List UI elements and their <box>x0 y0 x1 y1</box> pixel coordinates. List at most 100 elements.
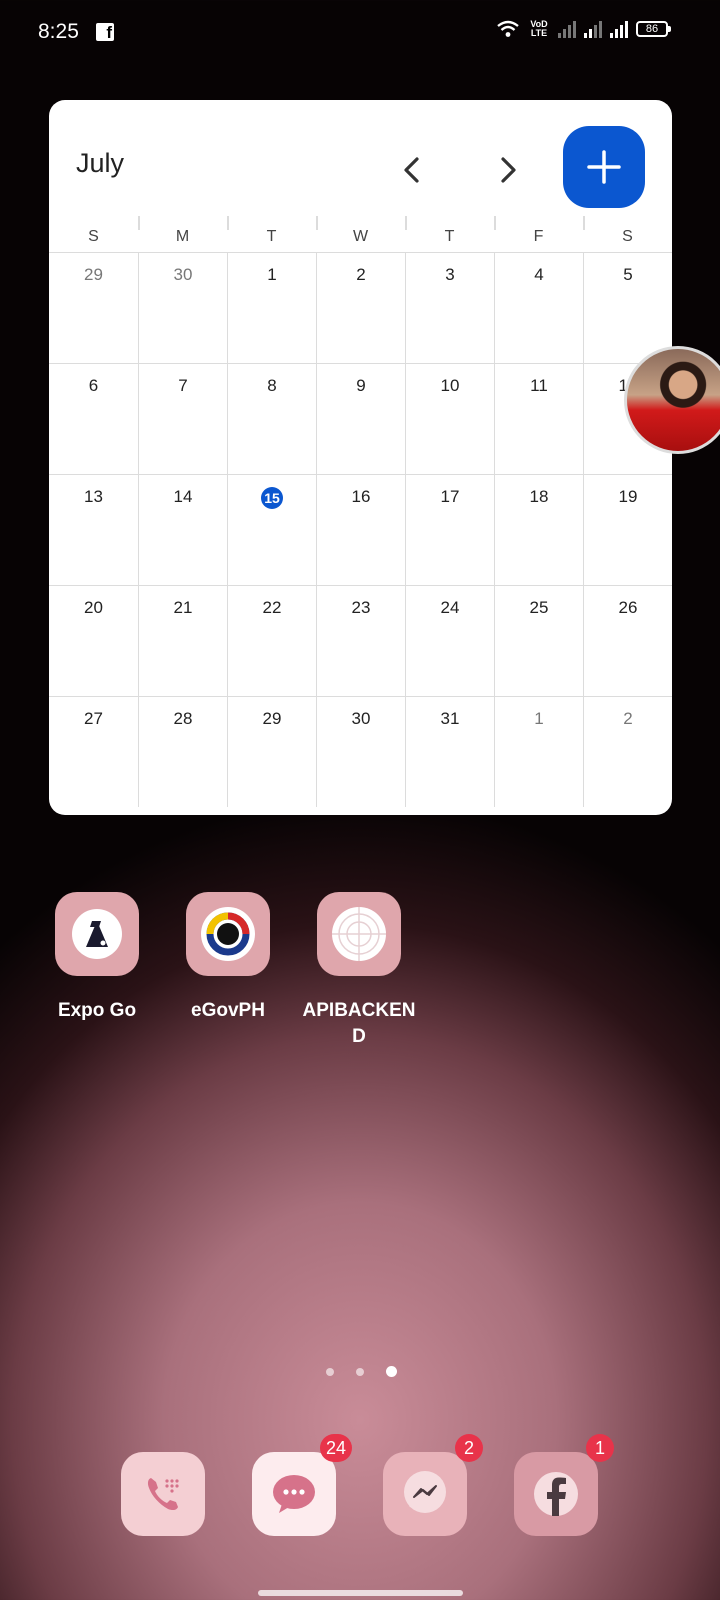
calendar-day[interactable]: 26 <box>583 586 672 696</box>
calendar-day[interactable]: 5 <box>583 253 672 363</box>
calendar-day[interactable]: 24 <box>405 586 494 696</box>
day-number: 28 <box>173 709 193 728</box>
day-number: 22 <box>262 598 282 617</box>
day-number: 17 <box>440 487 460 506</box>
signal-sim2-icon <box>584 20 602 38</box>
day-number: 25 <box>529 598 549 617</box>
calendar-day[interactable]: 7 <box>138 364 227 474</box>
chevron-right-icon <box>501 157 516 183</box>
calendar-day[interactable]: 17 <box>405 475 494 585</box>
day-number: 24 <box>440 598 460 617</box>
add-event-button[interactable] <box>563 126 645 208</box>
calendar-day[interactable]: 16 <box>316 475 405 585</box>
signal-sim3-icon <box>610 20 628 38</box>
calendar-widget[interactable]: July S M T W T F S 293012345678910111213… <box>49 100 672 815</box>
calendar-day[interactable]: 29 <box>49 253 138 363</box>
app-label: APIBACKEN D <box>302 1000 416 1047</box>
calendar-month-title[interactable]: July <box>76 148 124 179</box>
page-dot-active[interactable] <box>386 1366 397 1377</box>
next-month-button[interactable] <box>487 150 527 190</box>
calendar-week-row: 27 28 29 30 31 1 2 <box>49 696 672 807</box>
phone-dialer-icon <box>147 1478 179 1511</box>
app-egovph[interactable]: eGovPH <box>168 892 288 1024</box>
signal-sim1-icon <box>558 20 576 38</box>
expo-go-icon-circle <box>72 909 122 959</box>
messenger-icon <box>404 1471 446 1513</box>
day-number: 20 <box>84 598 103 617</box>
calendar-day[interactable]: 31 <box>405 697 494 807</box>
app-apibackend[interactable]: APIBACKEN D <box>299 892 419 1050</box>
day-number: 9 <box>356 376 366 395</box>
calendar-day[interactable]: 28 <box>138 697 227 807</box>
dow-label: W <box>352 228 369 245</box>
calendar-day[interactable]: 23 <box>316 586 405 696</box>
calendar-day[interactable]: 25 <box>494 586 583 696</box>
calendar-week-row: 13 14 15 16 17 18 19 <box>49 474 672 585</box>
app-expo-go[interactable]: Expo Go <box>37 892 157 1024</box>
calendar-day[interactable]: 9 <box>316 364 405 474</box>
day-number: 18 <box>529 487 549 506</box>
status-bar: 8:25 f VoD LTE 86 <box>0 0 720 64</box>
dow-label: M <box>175 228 190 245</box>
calendar-day[interactable]: 4 <box>494 253 583 363</box>
calendar-week-row: 20 21 22 23 24 25 26 <box>49 585 672 696</box>
calendar-day[interactable]: 30 <box>316 697 405 807</box>
facebook-notification-icon: f <box>96 23 114 42</box>
facebook-icon <box>534 1472 578 1516</box>
day-number: 21 <box>173 598 193 617</box>
dock-messages-app[interactable]: 24 <box>252 1434 352 1536</box>
calendar-day[interactable]: 27 <box>49 697 138 807</box>
day-number: 15 <box>261 487 283 509</box>
calendar-day[interactable]: 10 <box>405 364 494 474</box>
dock-messenger-app[interactable]: 2 <box>383 1434 483 1536</box>
calendar-day[interactable]: 2 <box>316 253 405 363</box>
calendar-day-today[interactable]: 15 <box>227 475 316 585</box>
apibackend-icon <box>317 892 401 976</box>
calendar-day[interactable]: 14 <box>138 475 227 585</box>
dow-label: T <box>266 228 277 245</box>
calendar-day[interactable]: 13 <box>49 475 138 585</box>
calendar-day[interactable]: 19 <box>583 475 672 585</box>
calendar-day[interactable]: 6 <box>49 364 138 474</box>
previous-month-button[interactable] <box>393 150 433 190</box>
battery-icon: 86 <box>636 21 671 37</box>
home-gesture-bar[interactable] <box>258 1590 463 1596</box>
day-number: 3 <box>445 265 455 284</box>
calendar-day[interactable]: 22 <box>227 586 316 696</box>
day-number: 2 <box>356 265 366 284</box>
volte-label: VoD LTE <box>530 19 548 38</box>
page-indicator[interactable] <box>326 1366 397 1377</box>
egovph-logo-icon <box>201 907 255 961</box>
day-number: 31 <box>440 709 460 728</box>
page-dot[interactable] <box>326 1367 334 1376</box>
chevron-left-icon <box>404 157 419 183</box>
day-number: 30 <box>351 709 371 728</box>
day-of-week-header: S M T W T F S <box>49 220 672 252</box>
dock-phone-app[interactable] <box>121 1452 205 1536</box>
calendar-day[interactable]: 1 <box>494 697 583 807</box>
day-number: 8 <box>267 376 277 395</box>
calendar-day[interactable]: 3 <box>405 253 494 363</box>
day-number: 23 <box>351 598 371 617</box>
calendar-day[interactable]: 21 <box>138 586 227 696</box>
calendar-day[interactable]: 1 <box>227 253 316 363</box>
calendar-day[interactable]: 18 <box>494 475 583 585</box>
calendar-day[interactable]: 29 <box>227 697 316 807</box>
status-indicators: VoD LTE 86 <box>496 19 671 38</box>
day-number: 26 <box>618 598 638 617</box>
calendar-day[interactable]: 20 <box>49 586 138 696</box>
dow-label: T <box>444 228 455 245</box>
calendar-day[interactable]: 2 <box>583 697 672 807</box>
day-number: 10 <box>440 376 460 395</box>
dow-label: S <box>88 228 99 245</box>
calendar-day[interactable]: 11 <box>494 364 583 474</box>
app-label: Expo Go <box>57 1000 137 1021</box>
calendar-day[interactable]: 30 <box>138 253 227 363</box>
page-dot[interactable] <box>356 1367 364 1376</box>
dock-facebook-app[interactable]: 1 <box>514 1434 614 1536</box>
unread-badge: 2 <box>455 1434 483 1462</box>
dow-label: F <box>533 228 544 245</box>
calendar-day[interactable]: 8 <box>227 364 316 474</box>
day-number: 29 <box>84 265 103 284</box>
plus-icon <box>587 150 621 184</box>
